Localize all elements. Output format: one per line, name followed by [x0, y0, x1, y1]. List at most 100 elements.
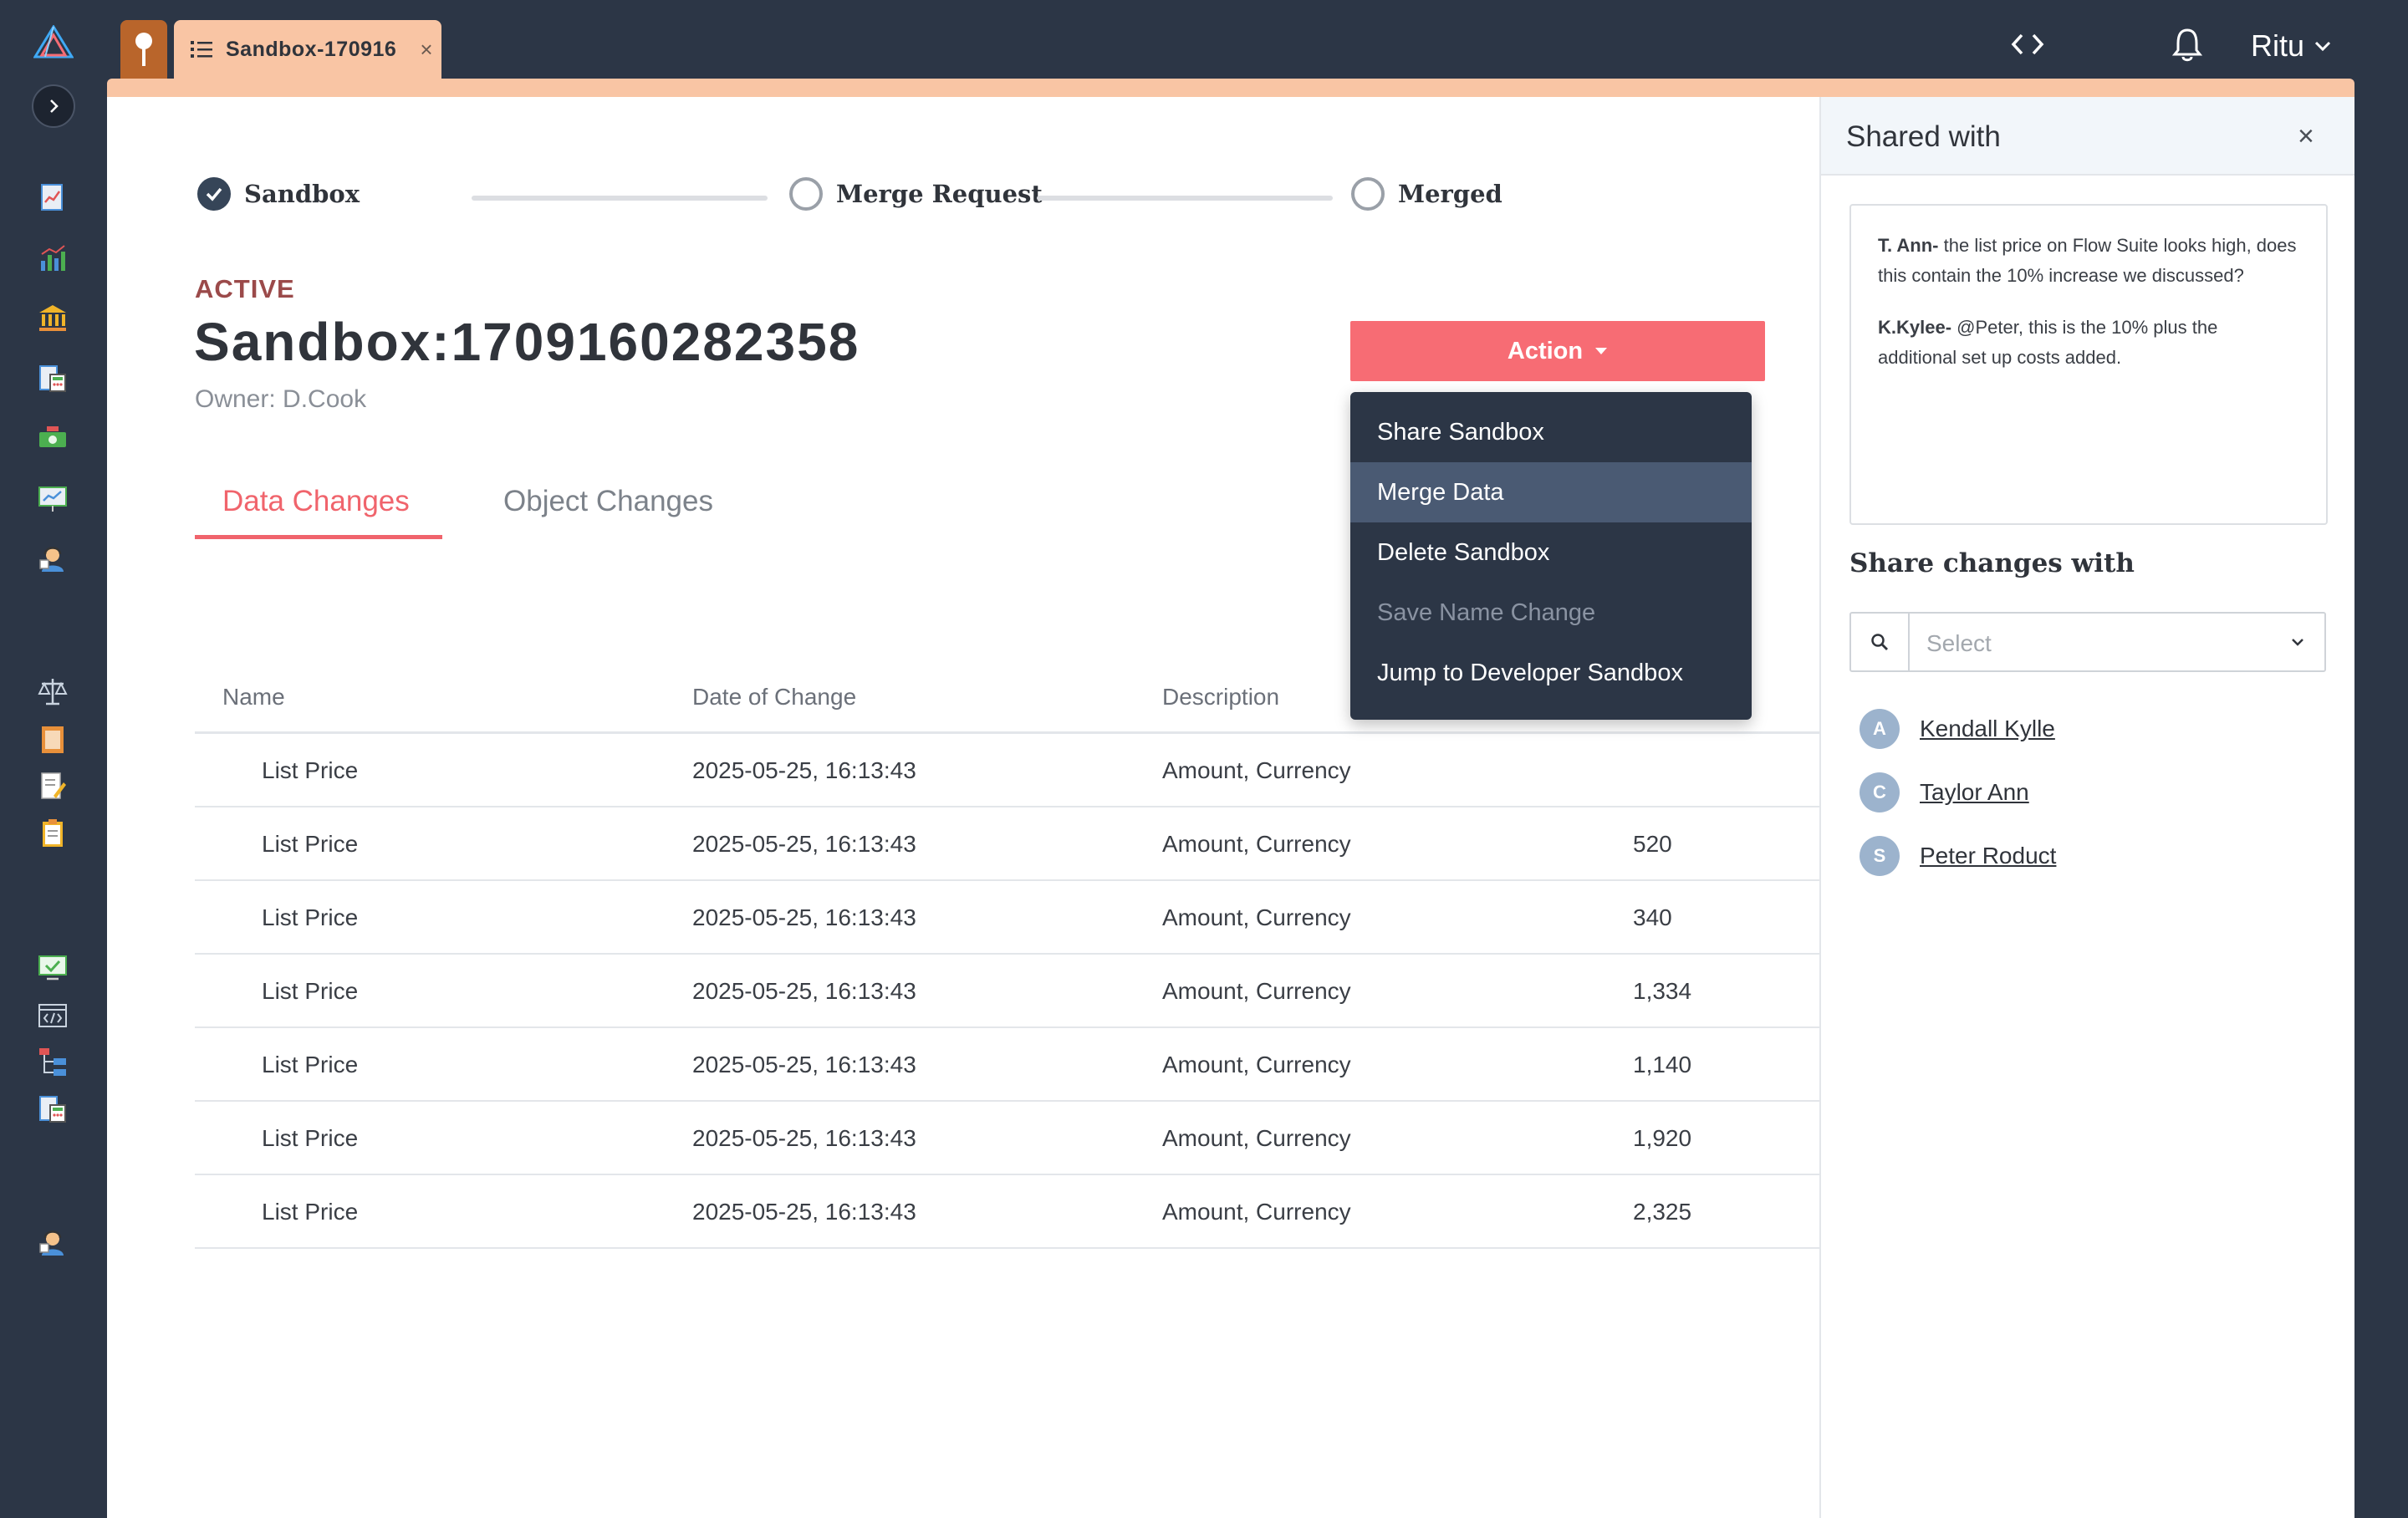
- tab-data-changes[interactable]: Data Changes: [222, 485, 410, 518]
- table-row[interactable]: List Price 2025-05-25, 16:13:43 Amount, …: [195, 881, 1819, 955]
- cash-icon[interactable]: [37, 423, 69, 455]
- comment: T. Ann- the list price on Flow Suite loo…: [1878, 231, 2299, 291]
- cell-description: Amount, Currency: [1162, 757, 1351, 783]
- table-row[interactable]: List Price 2025-05-25, 16:13:43 Amount, …: [195, 807, 1819, 881]
- status-label: ACTIVE: [195, 274, 295, 303]
- app-logo-icon[interactable]: [33, 25, 74, 59]
- menu-item-merge-data[interactable]: Merge Data: [1350, 462, 1752, 522]
- pin-tab[interactable]: [120, 20, 167, 79]
- comment: K.Kylee- @Peter, this is the 10% plus th…: [1878, 313, 2299, 373]
- avatar: A: [1860, 709, 1900, 749]
- table-row[interactable]: List Price 2025-05-25, 16:13:43 Amount, …: [195, 734, 1819, 807]
- column-header-date[interactable]: Date of Change: [692, 684, 856, 711]
- close-tab-icon[interactable]: ×: [420, 38, 432, 60]
- column-header-description[interactable]: Description: [1162, 684, 1279, 711]
- report-icon[interactable]: [37, 182, 69, 214]
- cell-date: 2025-05-25, 16:13:43: [692, 1125, 916, 1151]
- close-panel-icon[interactable]: ×: [2298, 120, 2314, 153]
- bell-icon[interactable]: [2172, 27, 2202, 62]
- comment-text: the list price on Flow Suite looks high,…: [1878, 235, 2297, 286]
- shared-user[interactable]: C Taylor Ann: [1860, 772, 2029, 812]
- step-label: Merge Request: [836, 180, 1043, 208]
- pin-icon: [135, 33, 152, 66]
- monitor-check-icon[interactable]: [37, 951, 69, 983]
- panel-header: Shared with ×: [1821, 97, 2354, 176]
- cell-date: 2025-05-25, 16:13:43: [692, 757, 916, 783]
- bar-chart-icon[interactable]: [37, 242, 69, 274]
- step-merged: Merged: [1351, 177, 1502, 211]
- cell-value: 1,334: [1633, 978, 1692, 1004]
- cell-date: 2025-05-25, 16:13:43: [692, 831, 916, 857]
- cell-date: 2025-05-25, 16:13:43: [692, 1199, 916, 1225]
- scale-icon[interactable]: [37, 675, 69, 707]
- step-connector: [472, 196, 768, 201]
- table-row[interactable]: List Price 2025-05-25, 16:13:43 Amount, …: [195, 1175, 1819, 1249]
- empty-circle-icon: [1351, 177, 1385, 211]
- cell-name: List Price: [262, 1125, 359, 1151]
- cell-value: 340: [1633, 904, 1672, 930]
- share-changes-title: Share changes with: [1849, 548, 2135, 578]
- cell-date: 2025-05-25, 16:13:43: [692, 1052, 916, 1077]
- avatar: C: [1860, 772, 1900, 812]
- left-nav-rail: [0, 0, 107, 1518]
- shared-user[interactable]: S Peter Roduct: [1860, 836, 2056, 876]
- comment-author: K.Kylee-: [1878, 317, 1952, 338]
- menu-item-share-sandbox[interactable]: Share Sandbox: [1350, 402, 1752, 462]
- cell-date: 2025-05-25, 16:13:43: [692, 978, 916, 1004]
- user-menu[interactable]: Ritu: [2251, 28, 2331, 64]
- sandbox-tab[interactable]: Sandbox-170916 ×: [174, 20, 441, 79]
- bank-icon[interactable]: [37, 303, 69, 334]
- user-name: Ritu: [2251, 28, 2305, 63]
- hierarchy-icon[interactable]: [37, 1047, 69, 1078]
- tab-object-changes[interactable]: Object Changes: [503, 485, 713, 518]
- cell-description: Amount, Currency: [1162, 904, 1351, 930]
- shared-user-name[interactable]: Taylor Ann: [1920, 779, 2029, 806]
- book-icon[interactable]: [37, 724, 69, 756]
- clipboard-icon[interactable]: [37, 818, 69, 849]
- owner-label: Owner: D.Cook: [195, 385, 367, 413]
- action-button-label: Action: [1507, 337, 1584, 364]
- cell-description: Amount, Currency: [1162, 831, 1351, 857]
- expand-sidebar-button[interactable]: [32, 84, 75, 128]
- cell-name: List Price: [262, 831, 359, 857]
- cell-value: 1,920: [1633, 1125, 1692, 1151]
- table-row[interactable]: List Price 2025-05-25, 16:13:43 Amount, …: [195, 1102, 1819, 1175]
- cell-description: Amount, Currency: [1162, 1199, 1351, 1225]
- user-support-icon[interactable]: [37, 1227, 69, 1259]
- table-row[interactable]: List Price 2025-05-25, 16:13:43 Amount, …: [195, 1028, 1819, 1102]
- calculator-doc-icon[interactable]: [37, 363, 69, 395]
- menu-item-jump-developer-sandbox[interactable]: Jump to Developer Sandbox: [1350, 643, 1752, 703]
- step-label: Merged: [1398, 180, 1502, 208]
- comments-box[interactable]: T. Ann- the list price on Flow Suite loo…: [1849, 204, 2328, 525]
- table-row[interactable]: List Price 2025-05-25, 16:13:43 Amount, …: [195, 955, 1819, 1028]
- cell-value: 520: [1633, 831, 1672, 857]
- main-content: Sandbox Merge Request Merged ACTIVE Sand…: [107, 97, 1819, 1518]
- sandbox-tab-label: Sandbox-170916: [226, 37, 397, 61]
- menu-item-delete-sandbox[interactable]: Delete Sandbox: [1350, 522, 1752, 583]
- edit-doc-icon[interactable]: [37, 771, 69, 802]
- cell-name: List Price: [262, 904, 359, 930]
- cell-name: List Price: [262, 1199, 359, 1225]
- app-root: Sandbox-170916 × Ritu Sandbox Merge Requ…: [0, 0, 2408, 1518]
- share-select[interactable]: Select: [1849, 612, 2326, 672]
- select-placeholder: Select: [1926, 630, 1992, 656]
- list-icon: [191, 41, 212, 58]
- shared-user-name[interactable]: Kendall Kylle: [1920, 716, 2055, 742]
- page-title: Sandbox:1709160282358: [194, 312, 860, 372]
- cell-description: Amount, Currency: [1162, 978, 1351, 1004]
- code-window-icon[interactable]: [37, 1000, 69, 1032]
- step-connector: [1037, 196, 1333, 201]
- chevron-down-icon: [2314, 41, 2331, 52]
- step-label: Sandbox: [244, 180, 360, 208]
- action-button[interactable]: Action: [1350, 321, 1765, 381]
- code-icon[interactable]: [2010, 32, 2045, 57]
- user-support-icon[interactable]: [37, 543, 69, 575]
- column-header-name[interactable]: Name: [222, 684, 285, 711]
- presentation-icon[interactable]: [37, 483, 69, 515]
- check-circle-icon: [197, 177, 231, 211]
- step-merge-request: Merge Request: [789, 177, 1043, 211]
- calculator-doc-icon[interactable]: [37, 1093, 69, 1125]
- shared-user-name[interactable]: Peter Roduct: [1920, 843, 2056, 869]
- cell-value: 1,140: [1633, 1052, 1692, 1077]
- shared-user[interactable]: A Kendall Kylle: [1860, 709, 2055, 749]
